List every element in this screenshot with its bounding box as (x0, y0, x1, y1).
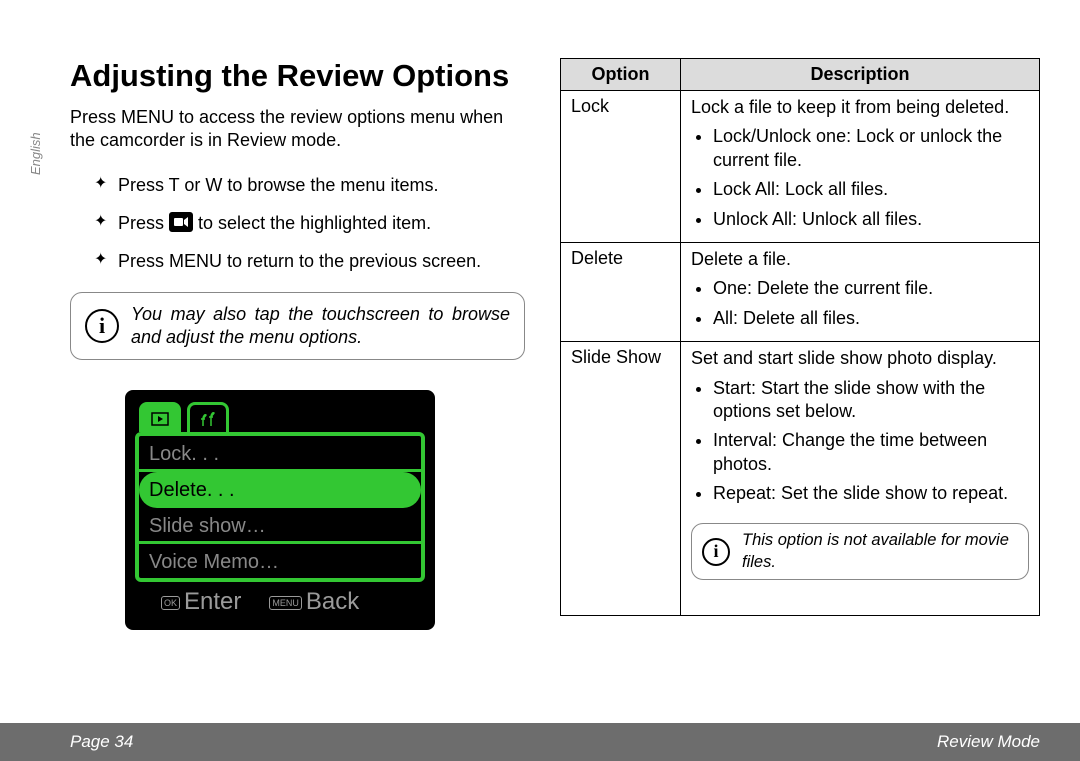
tab-playback-icon (139, 402, 181, 432)
page-footer: Page 34 Review Mode (0, 723, 1080, 761)
th-description: Description (681, 59, 1040, 91)
language-tab: English (28, 132, 43, 175)
camera-screenshot: Lock. . . Delete. . . Slide show… Voice … (125, 390, 435, 630)
menu-back-label: MENUBack (269, 588, 359, 616)
ok-enter-label: OKEnter (161, 588, 241, 616)
table-row: Delete Delete a file. One: Delete the cu… (561, 242, 1040, 341)
section-name: Review Mode (937, 732, 1040, 752)
note-box: i This option is not available for movie… (691, 523, 1029, 580)
opt-delete: Delete (561, 242, 681, 341)
table-row: Lock Lock a file to keep it from being d… (561, 91, 1040, 243)
options-table: Option Description Lock Lock a file to k… (560, 58, 1040, 616)
page-title: Adjusting the Review Options (70, 58, 525, 94)
intro-text: Press MENU to access the review options … (70, 106, 525, 153)
menu-item-voicememo: Voice Memo… (139, 544, 421, 580)
info-icon: i (702, 538, 730, 566)
instruction-1: Press T or W to browse the menu items. (94, 173, 525, 197)
record-button-icon (169, 212, 193, 232)
menu-item-delete-selected: Delete. . . (139, 472, 421, 508)
menu-item-slideshow: Slide show… (139, 508, 421, 544)
tip-box: i You may also tap the touchscreen to br… (70, 292, 525, 361)
instruction-2: Press to select the highlighted item. (94, 211, 525, 235)
table-row: Slide Show Set and start slide show phot… (561, 342, 1040, 616)
instruction-list: Press T or W to browse the menu items. P… (94, 173, 525, 274)
opt-lock: Lock (561, 91, 681, 243)
page-number: Page 34 (70, 732, 133, 752)
instruction-3: Press MENU to return to the previous scr… (94, 249, 525, 273)
info-icon: i (85, 309, 119, 343)
tab-settings-icon (187, 402, 229, 432)
opt-slideshow: Slide Show (561, 342, 681, 616)
th-option: Option (561, 59, 681, 91)
menu-item-lock: Lock. . . (139, 436, 421, 472)
tip-text: You may also tap the touchscreen to brow… (131, 303, 510, 350)
